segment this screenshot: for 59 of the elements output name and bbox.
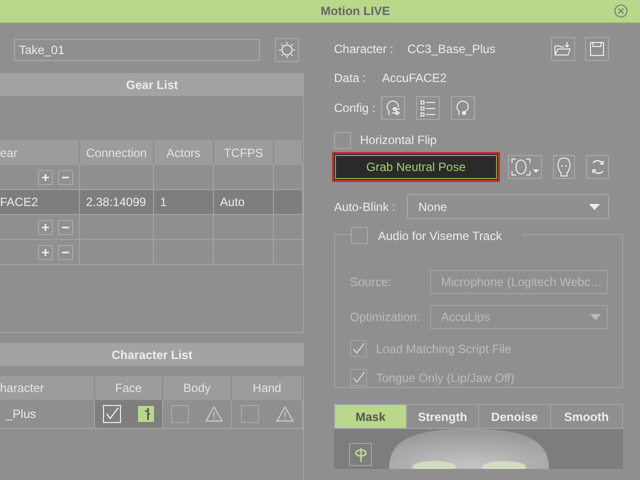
column-header: Hand	[232, 376, 303, 400]
head-icon[interactable]	[552, 155, 576, 179]
remove-button[interactable]	[58, 244, 73, 260]
head-curve-button[interactable]	[451, 96, 476, 120]
refresh-icon[interactable]	[586, 155, 609, 179]
close-button[interactable]	[614, 4, 628, 18]
plus-icon	[41, 172, 50, 182]
data-label: Data :	[334, 71, 366, 85]
auto-blink-label: Auto-Blink :	[334, 200, 396, 214]
auto-blink-dropdown[interactable]: None	[407, 194, 609, 219]
plus-icon	[41, 248, 50, 256]
remove-button[interactable]	[58, 220, 73, 234]
warning-icon	[205, 406, 223, 422]
column-header: TCFPS	[214, 140, 274, 165]
face-frame-dropdown-button[interactable]	[508, 155, 542, 179]
caret-icon	[589, 204, 600, 210]
mask-tool-button[interactable]	[349, 443, 372, 466]
table-cell: 1	[160, 195, 167, 209]
section-header: Character List	[0, 343, 304, 366]
take-name-field[interactable]: Take_01	[14, 39, 260, 61]
checkbox[interactable]	[240, 405, 258, 423]
table-cell: FACE2	[0, 195, 38, 209]
add-button[interactable]	[38, 244, 53, 260]
window-title: Motion LIVE	[320, 4, 390, 18]
load-button[interactable]	[551, 37, 575, 61]
grab-neutral-pose-button[interactable]: Grab Neutral Pose	[332, 152, 500, 182]
checkbox-label: Audio for Viseme Track	[378, 228, 502, 242]
checkbox-label: Horizontal Flip	[360, 133, 437, 147]
warning-icon	[276, 406, 294, 422]
table-cell: _Plus	[6, 407, 36, 421]
column-header: Connection	[80, 140, 154, 165]
character-name: CC3_Base_Plus	[407, 42, 496, 56]
light-button[interactable]	[275, 38, 299, 62]
table-row[interactable]: FACE2 2.38:14099 1 Auto	[0, 190, 303, 215]
checkbox[interactable]	[171, 405, 189, 423]
config-label: Config :	[334, 101, 376, 115]
character-label: Character :	[334, 42, 394, 56]
section-header: Gear List	[0, 73, 304, 96]
add-button[interactable]	[38, 170, 53, 184]
checkbox[interactable]	[351, 227, 368, 244]
table-cell: 2.38:14099	[86, 195, 146, 209]
column-header: Actors	[154, 140, 214, 165]
column-header: Body	[163, 376, 232, 400]
tab[interactable]: Mask	[335, 405, 407, 428]
data-value: AccuFACE2	[382, 71, 447, 85]
remove-button[interactable]	[58, 170, 73, 184]
face-settings-button[interactable]	[381, 96, 406, 120]
column-header: haracter	[0, 376, 95, 400]
mask-tool-icon	[352, 446, 368, 462]
face-status-icon	[138, 406, 154, 422]
list-button[interactable]	[416, 96, 440, 120]
column-header: ear	[0, 140, 80, 165]
add-button[interactable]	[38, 220, 53, 234]
caret-icon	[590, 314, 601, 320]
save-icon[interactable]	[585, 37, 609, 61]
checkbox[interactable]	[334, 132, 351, 148]
table-cell: Auto	[220, 195, 245, 209]
head-sliders-icon	[384, 99, 402, 117]
plus-icon	[41, 222, 50, 232]
